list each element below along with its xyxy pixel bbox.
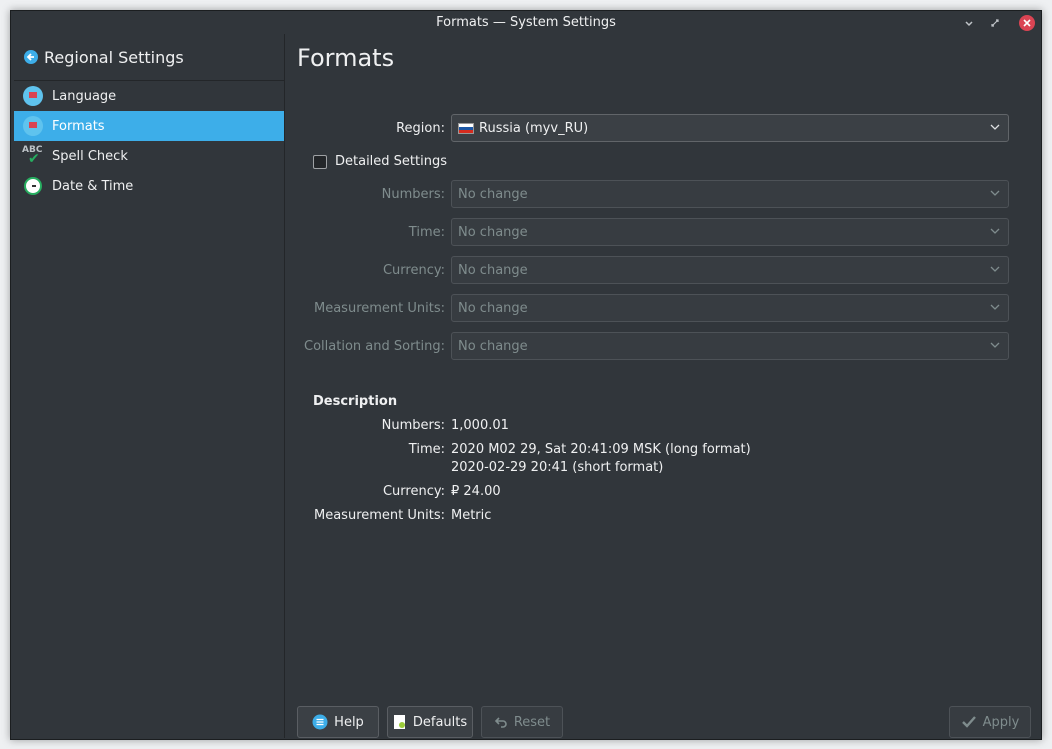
region-select[interactable]: Russia (myv_RU) (451, 114, 1009, 142)
title-bar[interactable]: Formats — System Settings (11, 11, 1041, 34)
detailed-settings-row[interactable]: Detailed Settings (313, 154, 447, 169)
chevron-down-icon (990, 266, 1000, 272)
reset-button[interactable]: Reset (481, 706, 563, 738)
reset-label: Reset (513, 714, 551, 730)
sidebar-title: Regional Settings (44, 47, 184, 67)
time-label: Time: (408, 225, 445, 240)
measurement-units-value: No change (458, 300, 528, 316)
apply-label: Apply (982, 714, 1020, 730)
sidebar-item-label: Spell Check (52, 148, 128, 164)
sidebar-item-label: Date & Time (52, 178, 134, 194)
numbers-select[interactable]: No change (451, 180, 1009, 208)
maximize-icon (991, 19, 999, 27)
system-settings-window: Formats — System Settings Regional Setti… (10, 10, 1042, 740)
sidebar-item-label: Formats (52, 118, 105, 134)
region-label: Region: (396, 121, 445, 136)
numbers-value: No change (458, 186, 528, 202)
main-panel: Formats Region: Russia (myv_RU) Detailed… (285, 34, 1041, 739)
currency-label: Currency: (382, 263, 445, 278)
defaults-button[interactable]: Defaults (387, 706, 473, 738)
collation-select[interactable]: No change (451, 332, 1009, 360)
undo-icon (494, 717, 507, 728)
time-value: No change (458, 224, 528, 240)
detailed-settings-checkbox[interactable] (313, 154, 327, 169)
sidebar-item-label: Language (52, 88, 117, 104)
region-value: Russia (myv_RU) (479, 120, 589, 136)
flag-icon (22, 85, 44, 107)
defaults-icon (393, 715, 405, 729)
sidebar-item-date-time[interactable]: Date & Time (14, 171, 284, 201)
description-heading: Description (313, 394, 398, 409)
desc-units-label: Measurement Units: (314, 508, 445, 523)
close-button[interactable] (1019, 15, 1035, 31)
back-arrow-icon[interactable] (24, 50, 38, 64)
desc-units-value: Metric (451, 508, 492, 523)
defaults-label: Defaults (412, 714, 468, 730)
help-button[interactable]: Help (297, 706, 379, 738)
desc-currency-value: ₽ 24.00 (451, 484, 501, 499)
chevron-down-icon (990, 124, 1000, 130)
sidebar-item-formats[interactable]: Formats (14, 111, 284, 141)
help-icon (312, 714, 328, 730)
sidebar: Regional Settings Language Formats ABC ✔ … (14, 34, 285, 738)
checkmark-icon (961, 716, 976, 728)
flag-icon (22, 115, 44, 137)
collation-label: Collation and Sorting: (304, 339, 445, 354)
sidebar-header: Regional Settings (14, 34, 284, 81)
sidebar-item-language[interactable]: Language (14, 81, 284, 111)
desc-currency-label: Currency: (382, 484, 445, 499)
desc-time-short: 2020-02-29 20:41 (short format) (451, 460, 664, 475)
currency-select[interactable]: No change (451, 256, 1009, 284)
spellcheck-icon: ABC ✔ (22, 145, 43, 167)
close-icon (1023, 19, 1031, 27)
chevron-down-icon (990, 190, 1000, 196)
minimize-icon (965, 21, 973, 27)
desc-time-long: 2020 M02 29, Sat 20:41:09 MSK (long form… (451, 442, 751, 457)
desc-numbers-label: Numbers: (381, 418, 445, 433)
desc-time-label: Time: (408, 442, 445, 457)
detailed-settings-label: Detailed Settings (335, 154, 447, 169)
chevron-down-icon (990, 342, 1000, 348)
page-title: Formats (297, 44, 395, 72)
apply-button[interactable]: Apply (949, 706, 1031, 738)
maximize-button[interactable] (987, 15, 1003, 31)
time-select[interactable]: No change (451, 218, 1009, 246)
clock-icon (22, 175, 44, 197)
sidebar-item-spell-check[interactable]: ABC ✔ Spell Check (14, 141, 284, 171)
russia-flag-icon (458, 122, 474, 134)
chevron-down-icon (990, 228, 1000, 234)
numbers-label: Numbers: (381, 187, 445, 202)
measurement-units-label: Measurement Units: (314, 301, 445, 316)
collation-value: No change (458, 338, 528, 354)
chevron-down-icon (990, 304, 1000, 310)
measurement-units-select[interactable]: No change (451, 294, 1009, 322)
minimize-button[interactable] (961, 15, 977, 31)
currency-value: No change (458, 262, 528, 278)
desc-numbers-value: 1,000.01 (451, 418, 509, 433)
window-title: Formats — System Settings (436, 15, 616, 30)
help-label: Help (334, 714, 364, 730)
